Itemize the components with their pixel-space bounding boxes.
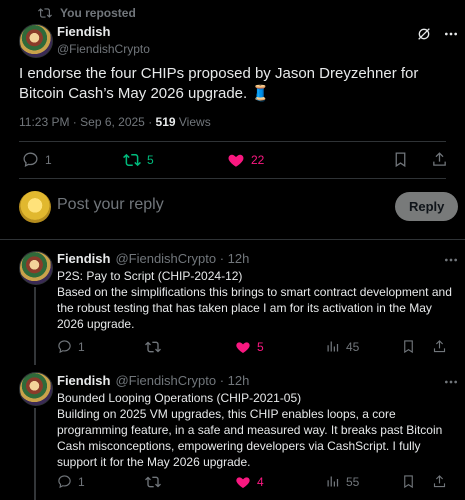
bookmark-icon[interactable] (401, 339, 416, 354)
views-icon (325, 474, 340, 489)
share-icon[interactable] (432, 474, 447, 489)
more-icon[interactable] (443, 374, 459, 390)
reply-count: 1 (78, 474, 85, 489)
reply-action[interactable]: 1 (22, 151, 52, 168)
handle-time[interactable]: @FiendishCrypto · 12h (115, 251, 249, 266)
more-icon[interactable] (443, 26, 459, 42)
views-action[interactable]: 45 (325, 339, 359, 354)
reply-body: Building on 2025 VM upgrades, this CHIP … (57, 407, 443, 469)
reply-text: P2S: Pay to Script (CHIP-2024-12) Based … (57, 268, 455, 332)
reply-title: Bounded Looping Operations (CHIP-2021-05… (57, 391, 302, 405)
avatar[interactable] (19, 251, 53, 285)
reply-input[interactable]: Post your reply (57, 196, 377, 214)
post-meta: 11:23 PM · Sep 6, 2025 · 519 Views (19, 115, 211, 129)
handle-time[interactable]: @FiendishCrypto · 12h (115, 373, 249, 388)
avatar[interactable] (19, 372, 53, 406)
post-text: I endorse the four CHIPs proposed by Jas… (19, 65, 419, 102)
divider (0, 239, 465, 240)
reply-action[interactable]: 1 (57, 339, 85, 354)
author-name[interactable]: Fiendish (57, 373, 110, 388)
divider (19, 178, 446, 179)
reply-count: 1 (45, 152, 52, 167)
views-count: 519 (155, 115, 176, 129)
views-count: 55 (346, 474, 360, 489)
reply-header: Fiendish @FiendishCrypto · 12h (57, 251, 249, 266)
repost-count: 5 (147, 153, 154, 167)
thread-line (34, 408, 36, 500)
reply-icon (57, 339, 72, 354)
bookmark-icon[interactable] (401, 474, 416, 489)
reply-action[interactable]: 1 (57, 474, 85, 489)
post-timestamp[interactable]: 11:23 PM · Sep 6, 2025 · (19, 115, 156, 129)
heart-icon (235, 474, 251, 490)
user-avatar (19, 191, 51, 223)
bookmark-icon[interactable] (392, 151, 409, 168)
grok-icon[interactable] (416, 26, 432, 42)
reply-icon (57, 474, 72, 489)
author-name[interactable]: Fiendish (57, 24, 150, 39)
like-action[interactable]: 5 (235, 339, 264, 355)
like-action[interactable]: 4 (235, 474, 264, 490)
like-count: 22 (251, 153, 265, 167)
repost-banner: You reposted (38, 6, 136, 20)
reply-count: 1 (78, 339, 85, 354)
more-icon[interactable] (443, 252, 459, 268)
views-icon (325, 339, 340, 354)
like-count: 4 (257, 475, 264, 489)
repost-icon[interactable] (145, 474, 161, 490)
repost-icon (38, 6, 52, 20)
reply-text: Bounded Looping Operations (CHIP-2021-05… (57, 390, 455, 470)
repost-action[interactable]: 5 (123, 151, 154, 169)
thread-line (34, 287, 36, 365)
repost-icon (123, 151, 141, 169)
reply-title: P2S: Pay to Script (CHIP-2024-12) (57, 269, 243, 283)
author-handle[interactable]: @FiendishCrypto (57, 42, 150, 56)
share-icon[interactable] (431, 151, 448, 168)
reply-button[interactable]: Reply (395, 192, 459, 221)
like-count: 5 (257, 340, 264, 354)
views-label: Views (175, 115, 211, 129)
repost-banner-text: You reposted (60, 6, 136, 20)
share-icon[interactable] (432, 339, 447, 354)
heart-icon (227, 151, 245, 169)
views-action[interactable]: 55 (325, 474, 359, 489)
reply-icon (22, 151, 39, 168)
repost-icon[interactable] (145, 339, 161, 355)
like-action[interactable]: 22 (227, 151, 264, 169)
heart-icon (235, 339, 251, 355)
reply-header: Fiendish @FiendishCrypto · 12h (57, 373, 249, 388)
avatar[interactable] (19, 24, 53, 58)
views-count: 45 (346, 339, 360, 354)
divider (19, 141, 446, 142)
author-name[interactable]: Fiendish (57, 251, 110, 266)
reply-body: Based on the simplifications this brings… (57, 285, 452, 331)
